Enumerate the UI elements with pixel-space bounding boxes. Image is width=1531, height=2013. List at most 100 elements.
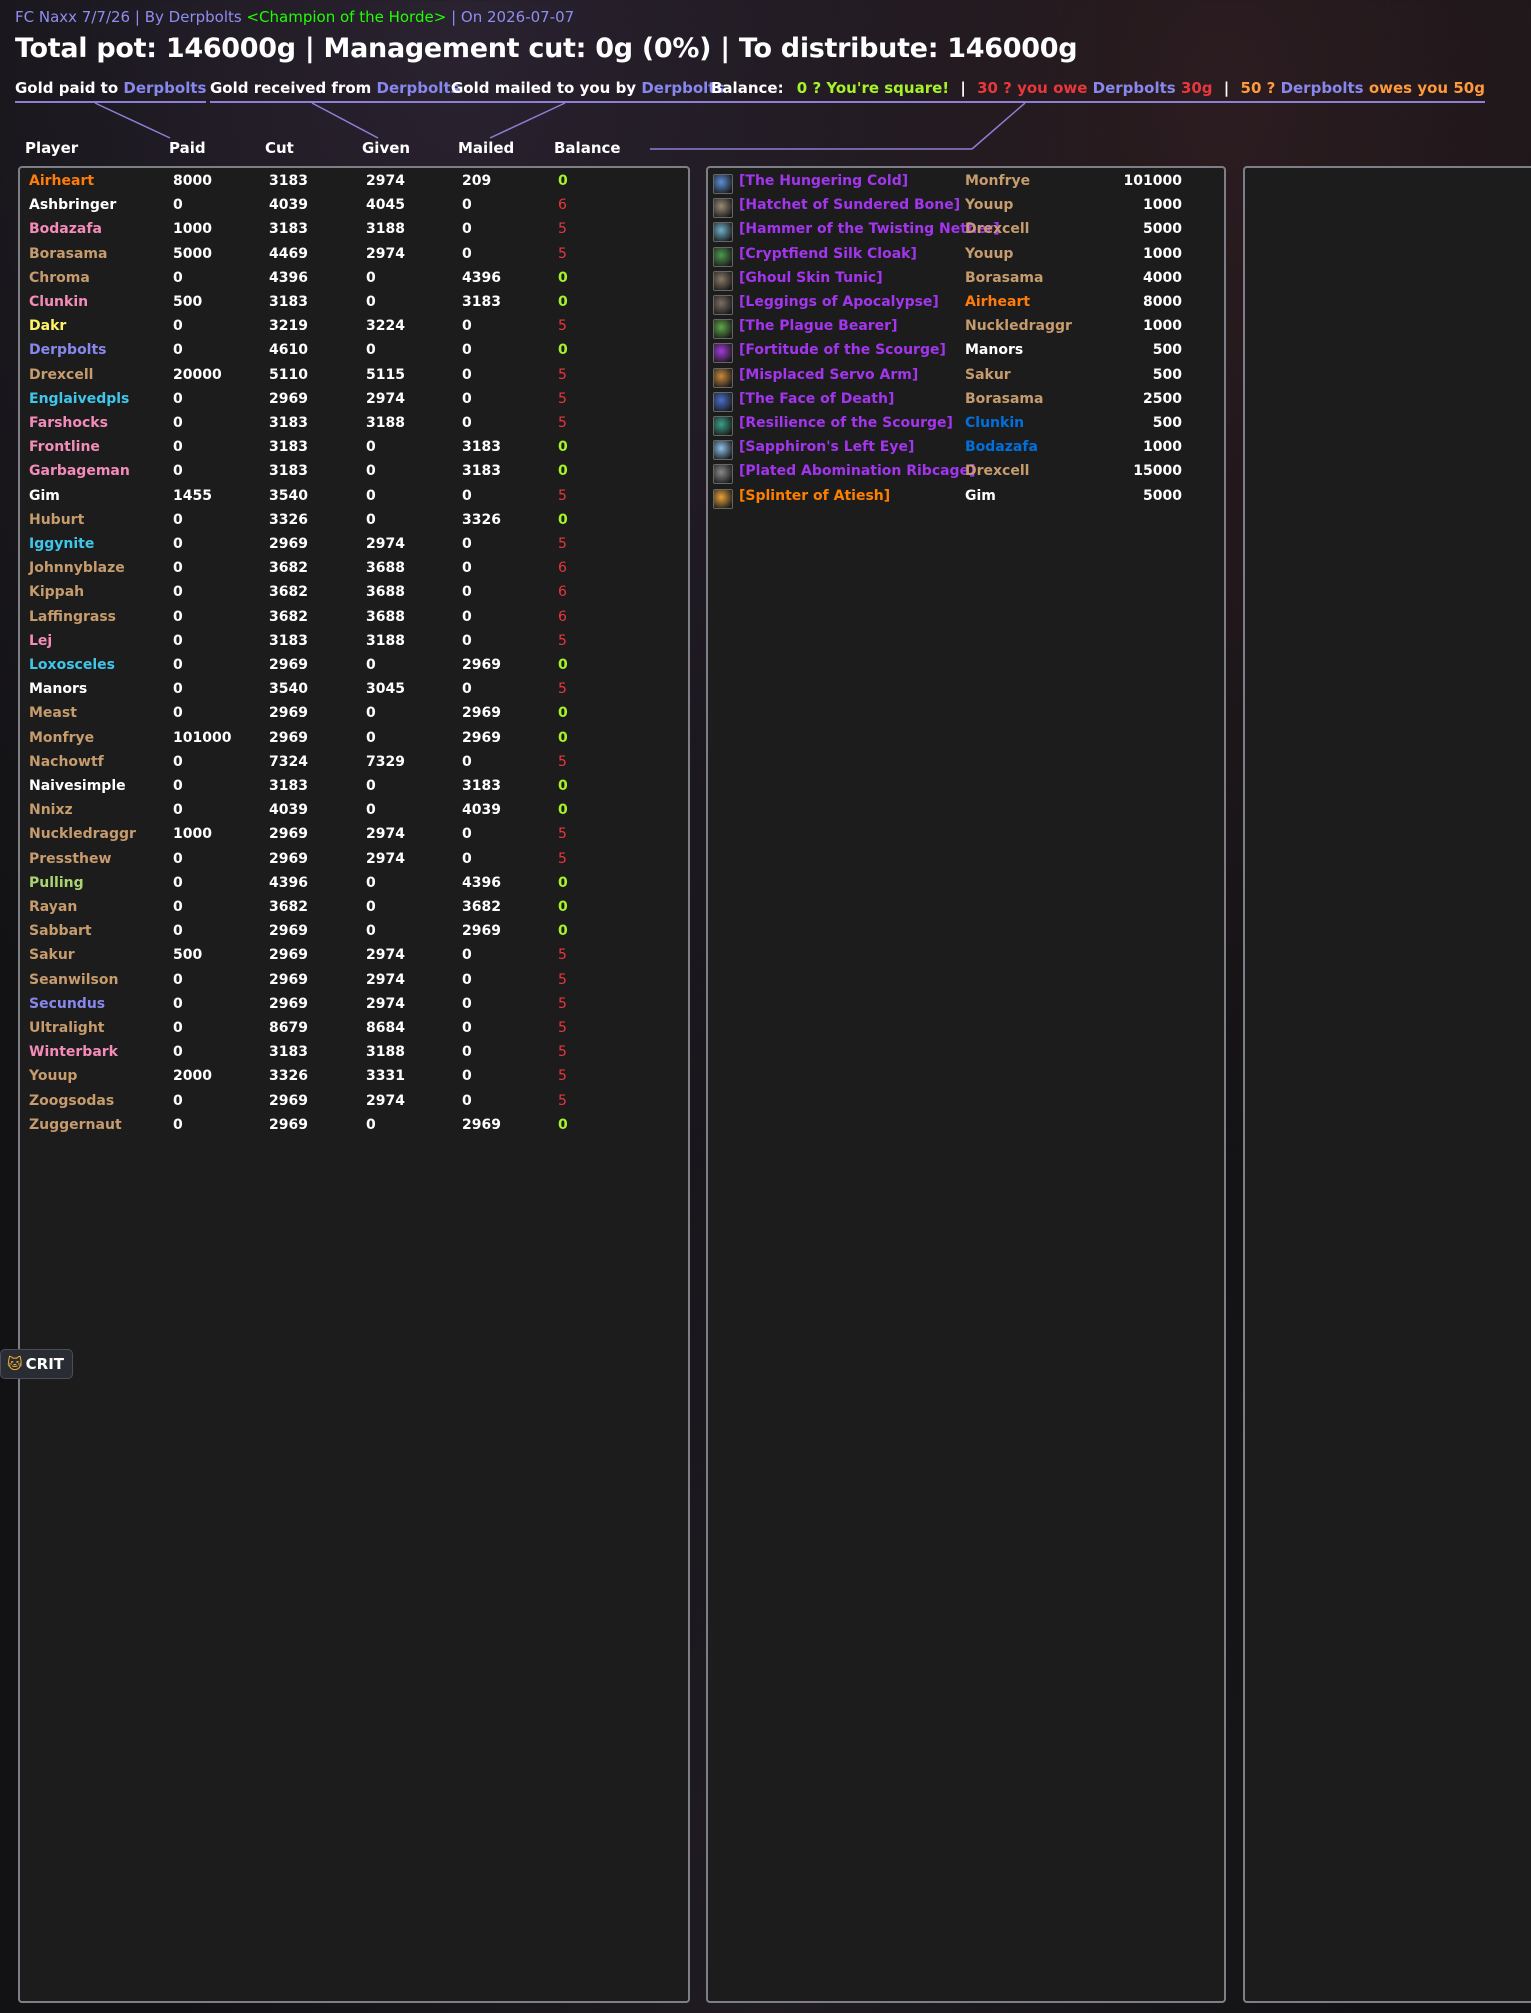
shield-icon[interactable]: [713, 319, 733, 340]
loot-panel: [The Hungering Cold] Monfrye 101000 [Hatche…: [706, 166, 1226, 2003]
loot-item-link[interactable]: [Hatchet of Sundered Bone]: [739, 197, 960, 213]
player-balance: 5: [558, 390, 567, 407]
loot-row[interactable]: [Fortitude of the Scourge] Manors 500: [708, 342, 1224, 366]
player-given: 3688: [366, 584, 405, 601]
player-paid: 0: [173, 1092, 183, 1109]
player-balance: 5: [558, 415, 567, 431]
player-given: 4045: [366, 197, 405, 214]
player-cut: 3183: [269, 778, 308, 794]
player-mailed: 0: [462, 1092, 472, 1109]
skull-shield-icon[interactable]: [713, 391, 733, 412]
loot-winner: Drexcell: [965, 463, 1030, 480]
player-paid: 0: [173, 850, 183, 867]
axe-icon[interactable]: [713, 198, 733, 219]
player-paid: 0: [173, 584, 183, 601]
player-cut: 2969: [269, 390, 308, 407]
cloak-icon[interactable]: [713, 246, 733, 267]
player-paid: 0: [173, 536, 183, 552]
loot-item-link[interactable]: [Splinter of Atiesh]: [739, 488, 890, 504]
frost-orb-icon[interactable]: [713, 174, 733, 194]
loot-row[interactable]: [Hatchet of Sundered Bone] Youup 1000: [708, 197, 1224, 221]
player-given: 0: [366, 778, 376, 794]
mace-icon[interactable]: [713, 222, 733, 243]
legend-mailed: Gold mailed to you by Derpbolts: [451, 79, 725, 103]
player-given: 3188: [366, 221, 405, 238]
loot-row[interactable]: [Resilience of the Scourge] Clunkin 500: [708, 415, 1224, 439]
player-balance: 0: [558, 778, 568, 794]
loot-item-link[interactable]: [Plated Abomination Ribcage]: [739, 463, 975, 479]
raid-date: 2026-07-07: [487, 8, 575, 26]
player-balance: 0: [558, 923, 568, 940]
player-name: Manors: [29, 681, 88, 698]
player-mailed: 0: [462, 681, 472, 698]
shoulder-rune-icon[interactable]: [713, 416, 733, 436]
frost-eye-icon[interactable]: [713, 440, 733, 461]
loot-row[interactable]: [The Plague Bearer] Nuckledraggr 1000: [708, 318, 1224, 342]
loot-item-link[interactable]: [Hammer of the Twisting Nether]: [739, 221, 1000, 237]
loot-row[interactable]: [The Hungering Cold] Monfrye 101000: [708, 173, 1224, 197]
player-name: Rayan: [29, 899, 78, 915]
player-balance: 6: [558, 584, 567, 601]
player-mailed: 0: [462, 366, 472, 383]
player-mailed: 0: [462, 415, 472, 431]
loot-row[interactable]: [Plated Abomination Ribcage] Drexcell 1500…: [708, 463, 1224, 487]
loot-row[interactable]: [Ghoul Skin Tunic] Borasama 4000: [708, 270, 1224, 294]
player-name: Nuckledraggr: [29, 826, 136, 843]
player-name: Winterbark: [29, 1044, 118, 1061]
loot-row[interactable]: [Hammer of the Twisting Nether] Drexcell 5…: [708, 221, 1224, 245]
loot-winner: Borasama: [965, 269, 1044, 286]
loot-item-link[interactable]: [Sapphiron's Left Eye]: [739, 439, 914, 455]
player-name: Borasama: [29, 245, 108, 262]
loot-item-link[interactable]: [The Hungering Cold]: [739, 173, 908, 189]
servo-arm-icon[interactable]: [713, 367, 733, 388]
player-paid: 0: [173, 463, 183, 480]
loot-price: 500: [1152, 366, 1182, 383]
player-given: 0: [366, 342, 376, 359]
player-cut: 4039: [269, 802, 308, 819]
loot-item-link[interactable]: [Fortitude of the Scourge]: [739, 342, 946, 358]
player-name: Zuggernaut: [29, 1116, 122, 1133]
loot-row[interactable]: [Splinter of Atiesh] Gim 5000: [708, 488, 1224, 512]
loot-item-link[interactable]: [Ghoul Skin Tunic]: [739, 270, 883, 286]
player-paid: 0: [173, 560, 183, 577]
player-given: 3224: [366, 318, 405, 335]
loot-item-link[interactable]: [The Face of Death]: [739, 391, 894, 407]
player-name: Drexcell: [29, 366, 94, 383]
crit-badge[interactable]: 🐱 CRIT: [0, 1349, 74, 1379]
player-paid: 0: [173, 632, 183, 649]
loot-row[interactable]: [Leggings of Apocalypse] Airheart 8000: [708, 294, 1224, 318]
loot-row[interactable]: [Cryptfiend Silk Cloak] Youup 1000: [708, 246, 1224, 270]
player-balance: 0: [558, 439, 568, 456]
player-paid: 0: [173, 415, 183, 431]
player-mailed: 0: [462, 584, 472, 601]
player-paid: 0: [173, 778, 183, 794]
player-cut: 3682: [269, 584, 308, 601]
loot-item-link[interactable]: [Cryptfiend Silk Cloak]: [739, 246, 917, 262]
splinter-icon[interactable]: [713, 488, 733, 509]
loot-row[interactable]: [Misplaced Servo Arm] Sakur 500: [708, 367, 1224, 391]
loot-winner: Clunkin: [965, 415, 1025, 431]
player-given: 3188: [366, 632, 405, 649]
ribcage-icon[interactable]: [713, 464, 733, 485]
player-given: 2974: [366, 1092, 405, 1109]
loot-item-link[interactable]: [Resilience of the Scourge]: [739, 415, 953, 431]
player-mailed: 0: [462, 318, 472, 335]
loot-row[interactable]: [Sapphiron's Left Eye] Bodazafa 1000: [708, 439, 1224, 463]
shoulder-rune-icon[interactable]: [713, 343, 733, 364]
loot-winner: Sakur: [965, 366, 1011, 383]
player-given: 0: [366, 657, 376, 673]
loot-item-link[interactable]: [The Plague Bearer]: [739, 318, 897, 334]
loot-price: 500: [1152, 342, 1182, 359]
loot-item-link[interactable]: [Misplaced Servo Arm]: [739, 367, 918, 383]
player-mailed: 4396: [462, 874, 501, 891]
player-given: 2974: [366, 536, 405, 552]
player-mailed: 2969: [462, 1116, 501, 1133]
loot-item-link[interactable]: [Leggings of Apocalypse]: [739, 294, 939, 310]
player-cut: 4396: [269, 269, 308, 286]
tunic-icon[interactable]: [713, 270, 733, 291]
loot-row[interactable]: [The Face of Death] Borasama 2500: [708, 391, 1224, 415]
leggings-icon[interactable]: [713, 295, 733, 315]
player-paid: 0: [173, 1116, 183, 1133]
player-name: Chroma: [29, 269, 90, 286]
player-mailed: 0: [462, 632, 472, 649]
